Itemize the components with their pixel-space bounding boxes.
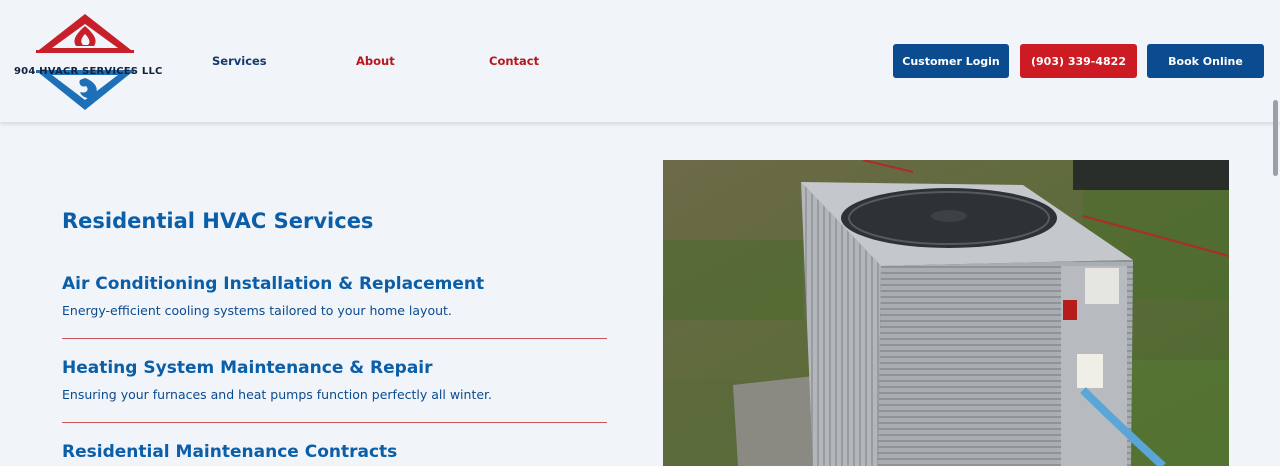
book-online-button[interactable]: Book Online xyxy=(1147,44,1264,78)
ac-unit-photo xyxy=(663,160,1229,466)
service-title: Residential Maintenance Contracts xyxy=(62,442,398,462)
service-title: Heating System Maintenance & Repair xyxy=(62,358,433,378)
page-scrollbar[interactable] xyxy=(1273,100,1278,176)
nav-link-about[interactable]: About xyxy=(356,54,395,68)
service-divider xyxy=(62,338,607,339)
logo-emblem-icon xyxy=(36,14,134,110)
ac-condenser-image xyxy=(663,160,1229,466)
logo-text: 904 HVACR SERVICES LLC xyxy=(14,66,163,77)
service-description: Ensuring your furnaces and heat pumps fu… xyxy=(62,387,493,402)
phone-call-button[interactable]: (903) 339-4822 xyxy=(1020,44,1137,78)
site-header: 904 HVACR SERVICES LLC Services About Co… xyxy=(0,0,1280,122)
site-logo[interactable]: 904 HVACR SERVICES LLC xyxy=(14,12,163,112)
service-divider xyxy=(62,422,607,423)
nav-link-contact[interactable]: Contact xyxy=(489,54,539,68)
service-description: Energy-efficient cooling systems tailore… xyxy=(62,303,452,318)
customer-login-button[interactable]: Customer Login xyxy=(893,44,1009,78)
nav-link-services[interactable]: Services xyxy=(212,54,267,68)
service-title: Air Conditioning Installation & Replacem… xyxy=(62,274,485,294)
section-title: Residential HVAC Services xyxy=(62,209,374,233)
